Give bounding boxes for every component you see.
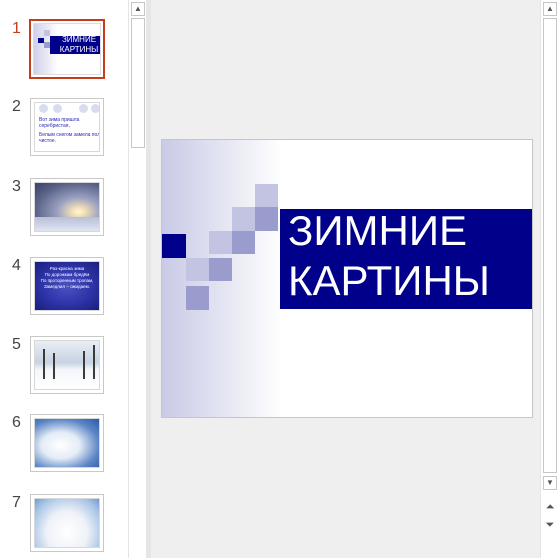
circle-shape bbox=[39, 104, 48, 113]
circle-shape bbox=[79, 104, 88, 113]
blue-background: Раз-красна зима По дорожкам бредём По пр… bbox=[35, 262, 99, 310]
square-shape bbox=[255, 207, 278, 231]
slide-number: 7 bbox=[12, 494, 21, 511]
thumbnail-image[interactable]: ЗИМНИЕ КАРТИНЫ bbox=[29, 19, 105, 79]
current-slide[interactable]: ЗИМНИЕ КАРТИНЫ bbox=[161, 139, 533, 418]
scrollbar-thumb[interactable] bbox=[131, 18, 145, 148]
slide-title[interactable]: ЗИМНИЕ КАРТИНЫ bbox=[288, 206, 528, 306]
bullet-line: Вот зима пришла серебристая, bbox=[39, 117, 80, 129]
thumbnail-slide-preview bbox=[34, 182, 100, 232]
thumbnail-title: ЗИМНИЕ КАРТИНЫ bbox=[59, 35, 99, 54]
previous-slide-icon[interactable]: ⏶ bbox=[543, 500, 557, 514]
next-slide-icon[interactable]: ⏷ bbox=[543, 518, 557, 532]
thumbnail-image[interactable] bbox=[30, 178, 104, 236]
square-shape bbox=[186, 286, 209, 310]
slide-editor-area: ЗИМНИЕ КАРТИНЫ bbox=[151, 0, 540, 558]
slide-thumbnail-pane: 1 ЗИМНИЕ КАРТИНЫ 2 Вот зима пришла сереб… bbox=[0, 0, 128, 558]
slide-thumbnail-3[interactable]: 3 bbox=[0, 178, 128, 258]
scroll-up-icon[interactable]: ▲ bbox=[543, 2, 557, 16]
slide-thumbnail-2[interactable]: 2 Вот зима пришла серебристая, Белым сне… bbox=[0, 98, 128, 178]
square-shape bbox=[255, 184, 278, 207]
square-shape bbox=[232, 207, 255, 231]
thumbnail-slide-preview bbox=[34, 418, 100, 468]
scroll-down-icon[interactable]: ▼ bbox=[543, 476, 557, 490]
thumbnail-scrollbar[interactable]: ▲ bbox=[128, 0, 146, 558]
slide-thumbnail-4[interactable]: 4 Раз-красна зима По дорожкам бредём По … bbox=[0, 257, 128, 337]
slide-number: 2 bbox=[12, 98, 21, 115]
square-shape bbox=[232, 231, 255, 254]
slide-number: 3 bbox=[12, 178, 21, 195]
thumbnail-slide-preview: ЗИМНИЕ КАРТИНЫ bbox=[33, 23, 101, 75]
thumbnail-slide-preview: Вот зима пришла серебристая, Белым снего… bbox=[34, 102, 100, 152]
frosted-tree-photo bbox=[35, 419, 99, 467]
slide-number: 4 bbox=[12, 257, 21, 274]
thumbnail-image[interactable] bbox=[30, 414, 104, 472]
scrollbar-thumb[interactable] bbox=[543, 18, 557, 473]
slide-thumbnail-5[interactable]: 5 bbox=[0, 336, 128, 416]
slide-number: 1 bbox=[12, 20, 21, 37]
presentation-editor: 1 ЗИМНИЕ КАРТИНЫ 2 Вот зима пришла сереб… bbox=[0, 0, 558, 558]
tree-trunk bbox=[83, 351, 85, 379]
slide-thumbnail-1[interactable]: 1 ЗИМНИЕ КАРТИНЫ bbox=[0, 19, 128, 100]
tree-trunk bbox=[93, 345, 95, 379]
thumbnail-image[interactable]: Вот зима пришла серебристая, Белым снего… bbox=[30, 98, 104, 156]
thumbnail-slide-preview bbox=[34, 498, 100, 548]
thumbnail-slide-preview: Раз-красна зима По дорожкам бредём По пр… bbox=[34, 261, 100, 311]
thumbnail-image[interactable]: Раз-красна зима По дорожкам бредём По пр… bbox=[30, 257, 104, 315]
square-shape bbox=[186, 258, 209, 281]
slide-thumbnail-7[interactable]: 7 bbox=[0, 494, 128, 558]
snow-ground bbox=[35, 217, 99, 231]
thumbnail-bullets: Вот зима пришла серебристая, Белым снего… bbox=[39, 117, 100, 147]
scroll-up-icon[interactable]: ▲ bbox=[131, 2, 145, 16]
square-shape bbox=[209, 258, 232, 281]
snowy-forest-photo bbox=[35, 341, 99, 389]
slide-thumbnail-6[interactable]: 6 bbox=[0, 414, 128, 494]
slide-scrollbar[interactable]: ▲ ▼ ⏶ ⏷ bbox=[540, 0, 558, 558]
thumbnail-image[interactable] bbox=[30, 494, 104, 552]
winter-sunset-photo bbox=[35, 183, 99, 231]
bullet-line: Белым снегом замела поле чистое. bbox=[39, 132, 100, 144]
thumbnail-image[interactable] bbox=[30, 336, 104, 394]
circle-shape bbox=[91, 104, 99, 113]
tree-trunk bbox=[53, 353, 55, 379]
slide-number: 6 bbox=[12, 414, 21, 431]
thumbnail-slide-preview bbox=[34, 340, 100, 390]
thumbnail-poem-text: Раз-красна зима По дорожкам бредём По пр… bbox=[40, 266, 94, 289]
tree-trunk bbox=[43, 349, 45, 379]
snowy-trees-photo bbox=[35, 499, 99, 547]
square-shape bbox=[209, 231, 232, 254]
slide-number: 5 bbox=[12, 336, 21, 353]
square-shape bbox=[162, 234, 186, 258]
circle-shape bbox=[53, 104, 62, 113]
